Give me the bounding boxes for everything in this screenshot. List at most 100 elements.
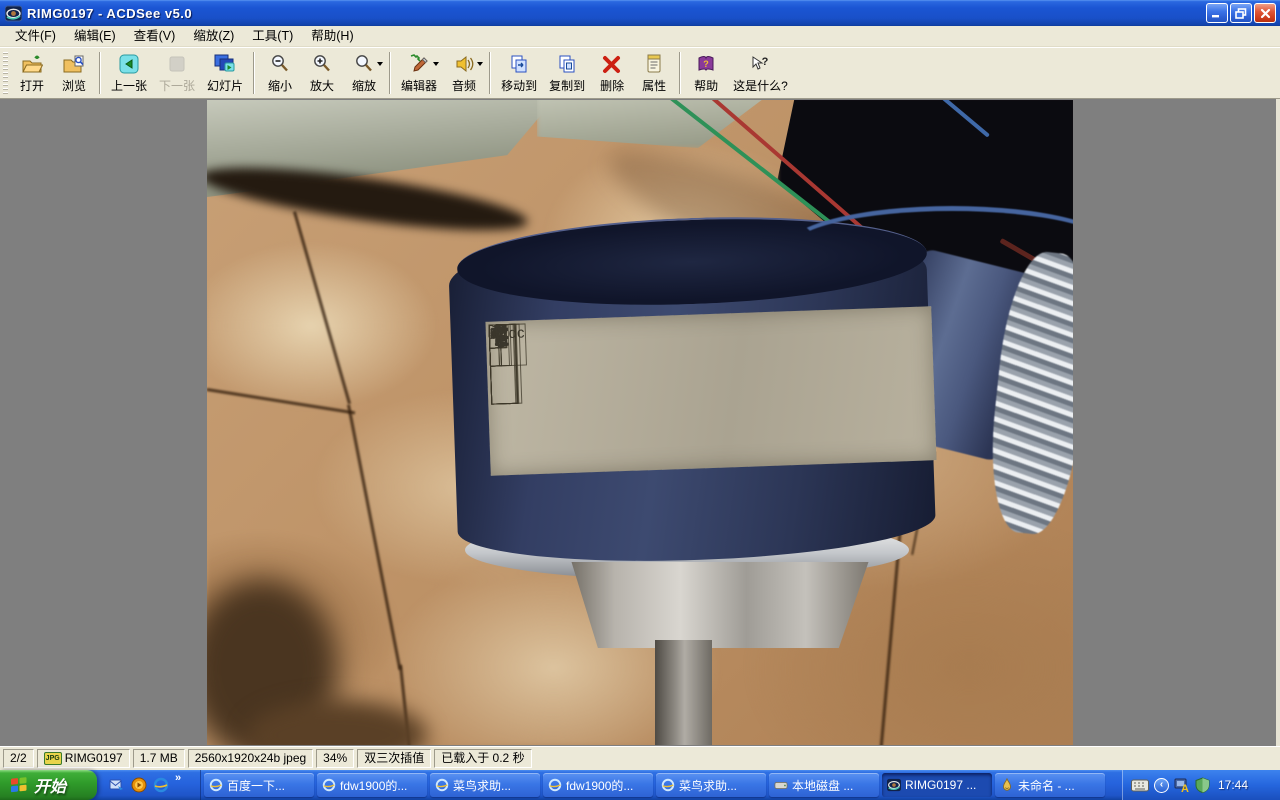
status-filename-cell: JPG RIMG0197 xyxy=(37,749,130,768)
zoom-out-icon xyxy=(270,53,290,75)
task-local-disk[interactable]: 本地磁盘 ... xyxy=(769,773,879,797)
help-button[interactable]: ? 帮助 xyxy=(685,49,727,97)
audio-button[interactable]: 音频 xyxy=(443,49,485,97)
menu-zoom[interactable]: 缩放(Z) xyxy=(184,26,243,46)
menu-file[interactable]: 文件(F) xyxy=(6,26,65,46)
hide-tray-icons-chevron[interactable]: ‹ xyxy=(1154,778,1169,793)
task-baidu[interactable]: 百度一下... xyxy=(204,773,314,797)
encoder-pinout-table: 1 2 3 4 5 6 7 8 9 10 11 12 0V xyxy=(489,309,934,472)
menu-edit[interactable]: 编辑(E) xyxy=(65,26,125,46)
zoom-out-button[interactable]: 缩小 xyxy=(259,49,301,97)
task-cainiao-1[interactable]: 菜鸟求助... xyxy=(430,773,540,797)
task-buttons: 百度一下... fdw1900的... 菜鸟求助... fdw1900的... … xyxy=(201,770,1122,800)
internet-explorer-icon xyxy=(322,778,336,792)
whats-this-button[interactable]: ? 这是什么? xyxy=(727,49,794,97)
zoom-button[interactable]: 缩放 xyxy=(343,49,385,97)
previous-arrow-icon xyxy=(119,53,139,75)
zoom-icon xyxy=(354,53,374,75)
internet-explorer-icon xyxy=(548,778,562,792)
menu-help[interactable]: 帮助(H) xyxy=(302,26,362,46)
task-fdw1900-1[interactable]: fdw1900的... xyxy=(317,773,427,797)
status-image-info: 2560x1920x24b jpeg xyxy=(188,749,313,768)
previous-image-button[interactable]: 上一张 xyxy=(105,49,153,97)
image-viewer-area: 1 2 3 4 5 6 7 8 9 10 11 12 0V xyxy=(0,99,1280,746)
acdsee-window: RIMG0197 - ACDSee v5.0 文件(F) 编辑(E) 查看(V)… xyxy=(0,0,1280,800)
dropdown-caret-icon[interactable] xyxy=(477,62,483,66)
next-image-button[interactable]: 下一张 xyxy=(153,49,201,97)
input-method-tray-icon[interactable]: A xyxy=(1174,778,1190,793)
editor-pen-icon xyxy=(408,53,430,75)
internet-explorer-icon xyxy=(435,778,449,792)
status-bar: 2/2 JPG RIMG0197 1.7 MB 2560x1920x24b jp… xyxy=(0,746,1280,770)
delete-button[interactable]: 删除 xyxy=(591,49,633,97)
quick-launch-overflow-chevron[interactable]: » xyxy=(175,772,181,784)
svg-text:?: ? xyxy=(703,59,709,69)
internet-explorer-icon[interactable] xyxy=(153,777,169,793)
title-bar: RIMG0197 - ACDSee v5.0 xyxy=(0,0,1280,26)
start-button[interactable]: 开始 xyxy=(0,770,97,800)
minimize-button[interactable] xyxy=(1206,3,1228,23)
close-button[interactable] xyxy=(1254,3,1276,23)
toolbar-separator xyxy=(99,52,101,94)
media-player-icon[interactable] xyxy=(131,777,147,793)
acdsee-eye-icon xyxy=(887,778,901,792)
antivirus-shield-tray-icon[interactable] xyxy=(1195,777,1210,793)
toolbar-separator xyxy=(389,52,391,94)
dropdown-caret-icon[interactable] xyxy=(433,62,439,66)
task-fdw1900-2[interactable]: fdw1900的... xyxy=(543,773,653,797)
internet-explorer-icon xyxy=(209,778,223,792)
status-load-time: 已载入于 0.2 秒 xyxy=(434,749,531,768)
properties-button[interactable]: 属性 xyxy=(633,49,675,97)
task-rimg0197-acdsee[interactable]: RIMG0197 ... xyxy=(882,773,992,797)
jpg-file-icon: JPG xyxy=(44,752,62,765)
move-to-icon xyxy=(509,53,529,75)
properties-icon xyxy=(646,53,662,75)
quick-launch-bar: » xyxy=(105,770,201,800)
move-to-button[interactable]: 移动到 xyxy=(495,49,543,97)
browse-folder-icon xyxy=(63,53,85,75)
task-untitled-paint[interactable]: 未命名 - ... xyxy=(995,773,1105,797)
slideshow-icon xyxy=(213,53,237,75)
open-button[interactable]: 打开 xyxy=(11,49,53,97)
tray-clock[interactable]: 17:44 xyxy=(1218,778,1248,792)
start-label: 开始 xyxy=(34,773,66,797)
paint-icon xyxy=(1000,778,1014,792)
toolbar-separator xyxy=(489,52,491,94)
svg-text:A: A xyxy=(1181,783,1189,793)
internet-explorer-icon xyxy=(661,778,675,792)
encoder-flange xyxy=(555,562,885,648)
slideshow-button[interactable]: 幻灯片 xyxy=(201,49,249,97)
zoom-in-button[interactable]: 放大 xyxy=(301,49,343,97)
status-zoom-level: 34% xyxy=(316,749,354,768)
browse-button[interactable]: 浏览 xyxy=(53,49,95,97)
toolbar-separator xyxy=(679,52,681,94)
wire-color-cell: RD xyxy=(489,324,519,405)
editor-button[interactable]: 编辑器 xyxy=(395,49,443,97)
encoder-label-sticker: 1 2 3 4 5 6 7 8 9 10 11 12 0V xyxy=(485,306,936,475)
whats-this-cursor-icon: ? xyxy=(749,53,771,75)
photo-canvas[interactable]: 1 2 3 4 5 6 7 8 9 10 11 12 0V xyxy=(207,100,1073,745)
status-filename: RIMG0197 xyxy=(65,750,123,767)
dropdown-caret-icon[interactable] xyxy=(377,62,383,66)
copy-to-button[interactable]: 复制到 xyxy=(543,49,591,97)
status-position: 2/2 xyxy=(3,749,34,768)
toolbar-separator xyxy=(253,52,255,94)
window-title: RIMG0197 - ACDSee v5.0 xyxy=(27,6,1206,21)
status-filesize: 1.7 MB xyxy=(133,749,185,768)
open-folder-icon xyxy=(21,53,43,75)
menu-view[interactable]: 查看(V) xyxy=(125,26,185,46)
keyboard-icon[interactable] xyxy=(1131,779,1149,792)
delete-x-icon xyxy=(602,53,622,75)
windows-logo-icon xyxy=(9,775,29,795)
toolbar: 打开 浏览 上一张 xyxy=(0,47,1280,99)
toolbar-grip[interactable] xyxy=(3,52,8,94)
task-cainiao-2[interactable]: 菜鸟求助... xyxy=(656,773,766,797)
menu-bar: 文件(F) 编辑(E) 查看(V) 缩放(Z) 工具(T) 帮助(H) xyxy=(0,26,1280,47)
svg-text:?: ? xyxy=(762,56,769,68)
disk-drive-icon xyxy=(774,778,788,792)
outlook-express-icon[interactable] xyxy=(109,777,125,793)
menu-tools[interactable]: 工具(T) xyxy=(243,26,302,46)
audio-speaker-icon xyxy=(454,53,474,75)
restore-button[interactable] xyxy=(1230,3,1252,23)
taskbar: 开始 » 百度一下... xyxy=(0,770,1280,800)
